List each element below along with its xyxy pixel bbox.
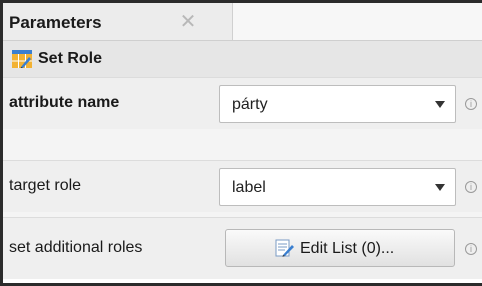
info-icon[interactable]: i [465,181,477,193]
operator-title: Set Role [38,50,103,67]
edit-list-label: Edit List (0)... [300,240,395,257]
target-role-label: target role [9,177,82,194]
tab-strip: Parameters ✕ [3,0,482,43]
tab-parameters[interactable]: Parameters ✕ [3,3,233,43]
param-row-additional-roles: set additional roles Edit List (0)... i [3,217,482,279]
operator-header: Set Role [3,40,482,77]
info-icon[interactable]: i [465,243,477,255]
param-row-attribute-name: attribute name párty i [3,77,482,129]
tab-title: Parameters [9,13,102,32]
target-role-value: label [232,179,266,196]
dropdown-arrow-icon[interactable] [435,184,445,191]
parameters-panel: Parameters ✕ Set Role attribute name pár… [0,0,482,286]
attribute-name-dropdown[interactable]: párty [219,85,456,123]
close-icon[interactable]: ✕ [177,11,199,33]
attribute-name-value: párty [232,96,268,113]
additional-roles-label: set additional roles [9,239,143,256]
attribute-name-label: attribute name [9,94,120,111]
set-role-icon [12,50,32,68]
row-gap [3,129,482,160]
dropdown-arrow-icon[interactable] [435,101,445,108]
info-icon[interactable]: i [465,98,477,110]
target-role-dropdown[interactable]: label [219,168,456,206]
edit-list-icon [275,239,294,257]
param-row-target-role: target role label i [3,160,482,212]
edit-list-button[interactable]: Edit List (0)... [225,229,455,267]
